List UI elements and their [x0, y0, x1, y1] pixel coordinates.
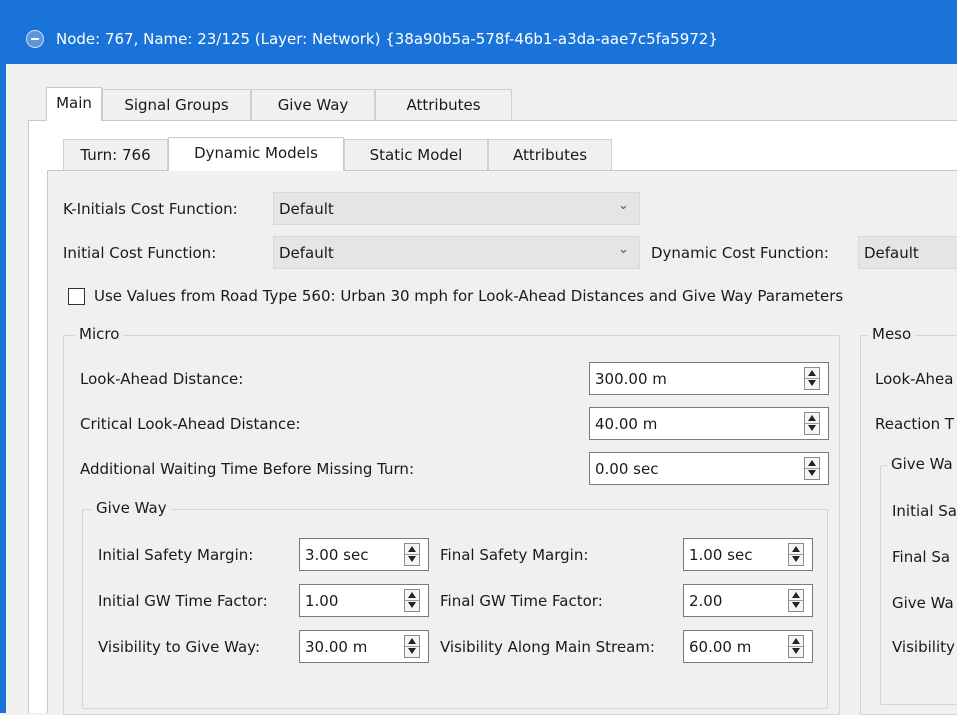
initial-cost-label: Initial Cost Function:: [63, 244, 217, 262]
waiting-time-input[interactable]: 0.00 sec: [589, 452, 829, 485]
spinner-icon[interactable]: [404, 543, 420, 566]
waiting-time-label: Additional Waiting Time Before Missing T…: [80, 460, 414, 478]
spinner-icon[interactable]: [804, 412, 820, 435]
final-gw-time-factor-input[interactable]: 2.00: [683, 584, 813, 617]
meso-give-way-groupbox: [880, 465, 957, 705]
meso-reaction-label: Reaction T: [875, 415, 955, 433]
dynamic-cost-label: Dynamic Cost Function:: [651, 244, 829, 262]
window-title: Node: 767, Name: 23/125 (Layer: Network)…: [56, 30, 718, 48]
tab-signal-groups[interactable]: Signal Groups: [102, 89, 251, 121]
initial-gw-time-factor-input[interactable]: 1.00: [299, 584, 429, 617]
spinner-icon[interactable]: [804, 457, 820, 480]
initial-cost-combo[interactable]: Default ⌄: [273, 236, 640, 269]
initial-gw-time-factor-label: Initial GW Time Factor:: [98, 592, 268, 610]
critical-look-ahead-input[interactable]: 40.00 m: [589, 407, 829, 440]
use-values-label: Use Values from Road Type 560: Urban 30 …: [94, 287, 844, 305]
meso-visibility-label: Visibility: [892, 638, 955, 656]
k-initials-label: K-Initials Cost Function:: [63, 200, 238, 218]
spinner-icon[interactable]: [404, 635, 420, 658]
visibility-give-way-input[interactable]: 30.00 m: [299, 630, 429, 663]
spinner-icon[interactable]: [788, 543, 804, 566]
tab-attributes[interactable]: Attributes: [375, 89, 512, 121]
initial-cost-value: Default: [279, 244, 334, 262]
visibility-give-way-value: 30.00 m: [305, 638, 368, 656]
initial-gw-time-factor-value: 1.00: [305, 592, 339, 610]
dynamic-cost-value: Default: [864, 244, 919, 262]
tab-main[interactable]: Main: [46, 87, 102, 121]
waiting-time-value: 0.00 sec: [595, 460, 659, 478]
micro-title: Micro: [75, 325, 124, 343]
final-safety-margin-input[interactable]: 1.00 sec: [683, 538, 813, 571]
look-ahead-value: 300.00 m: [595, 370, 667, 388]
look-ahead-label: Look-Ahead Distance:: [80, 370, 244, 388]
visibility-main-stream-value: 60.00 m: [689, 638, 752, 656]
look-ahead-input[interactable]: 300.00 m: [589, 362, 829, 395]
meso-initial-label: Initial Sa: [892, 502, 957, 520]
initial-safety-margin-value: 3.00 sec: [305, 546, 369, 564]
tab-dynamic-models[interactable]: Dynamic Models: [168, 137, 344, 171]
dynamic-cost-combo[interactable]: Default: [858, 236, 957, 269]
initial-safety-margin-label: Initial Safety Margin:: [98, 546, 254, 564]
final-safety-margin-value: 1.00 sec: [689, 546, 753, 564]
tab-static-model[interactable]: Static Model: [344, 139, 488, 171]
app-icon: [26, 30, 44, 48]
tab-give-way[interactable]: Give Way: [251, 89, 375, 121]
chevron-down-icon: ⌄: [618, 242, 629, 257]
meso-title: Meso: [868, 325, 916, 343]
critical-look-ahead-value: 40.00 m: [595, 415, 658, 433]
meso-look-ahead-label: Look-Ahea: [875, 370, 954, 388]
spinner-icon[interactable]: [788, 635, 804, 658]
visibility-main-stream-label: Visibility Along Main Stream:: [440, 638, 655, 656]
spinner-icon[interactable]: [804, 367, 820, 390]
give-way-title: Give Way: [92, 499, 171, 517]
meso-give-label: Give Wa: [892, 594, 954, 612]
window-border: [0, 64, 6, 713]
k-initials-combo[interactable]: Default ⌄: [273, 192, 640, 225]
visibility-main-stream-input[interactable]: 60.00 m: [683, 630, 813, 663]
tab-turn[interactable]: Turn: 766: [63, 139, 168, 171]
critical-look-ahead-label: Critical Look-Ahead Distance:: [80, 415, 301, 433]
meso-give-way-title: Give Wa: [887, 455, 957, 473]
spinner-icon[interactable]: [404, 589, 420, 612]
spinner-icon[interactable]: [788, 589, 804, 612]
title-bar: Node: 767, Name: 23/125 (Layer: Network)…: [0, 0, 957, 64]
use-values-checkbox[interactable]: [68, 288, 85, 305]
final-gw-time-factor-value: 2.00: [689, 592, 723, 610]
final-safety-margin-label: Final Safety Margin:: [440, 546, 589, 564]
chevron-down-icon: ⌄: [618, 198, 629, 213]
initial-safety-margin-input[interactable]: 3.00 sec: [299, 538, 429, 571]
k-initials-value: Default: [279, 200, 334, 218]
visibility-give-way-label: Visibility to Give Way:: [98, 638, 261, 656]
meso-final-label: Final Sa: [892, 548, 951, 566]
tab-sub-attributes[interactable]: Attributes: [488, 139, 612, 171]
final-gw-time-factor-label: Final GW Time Factor:: [440, 592, 603, 610]
